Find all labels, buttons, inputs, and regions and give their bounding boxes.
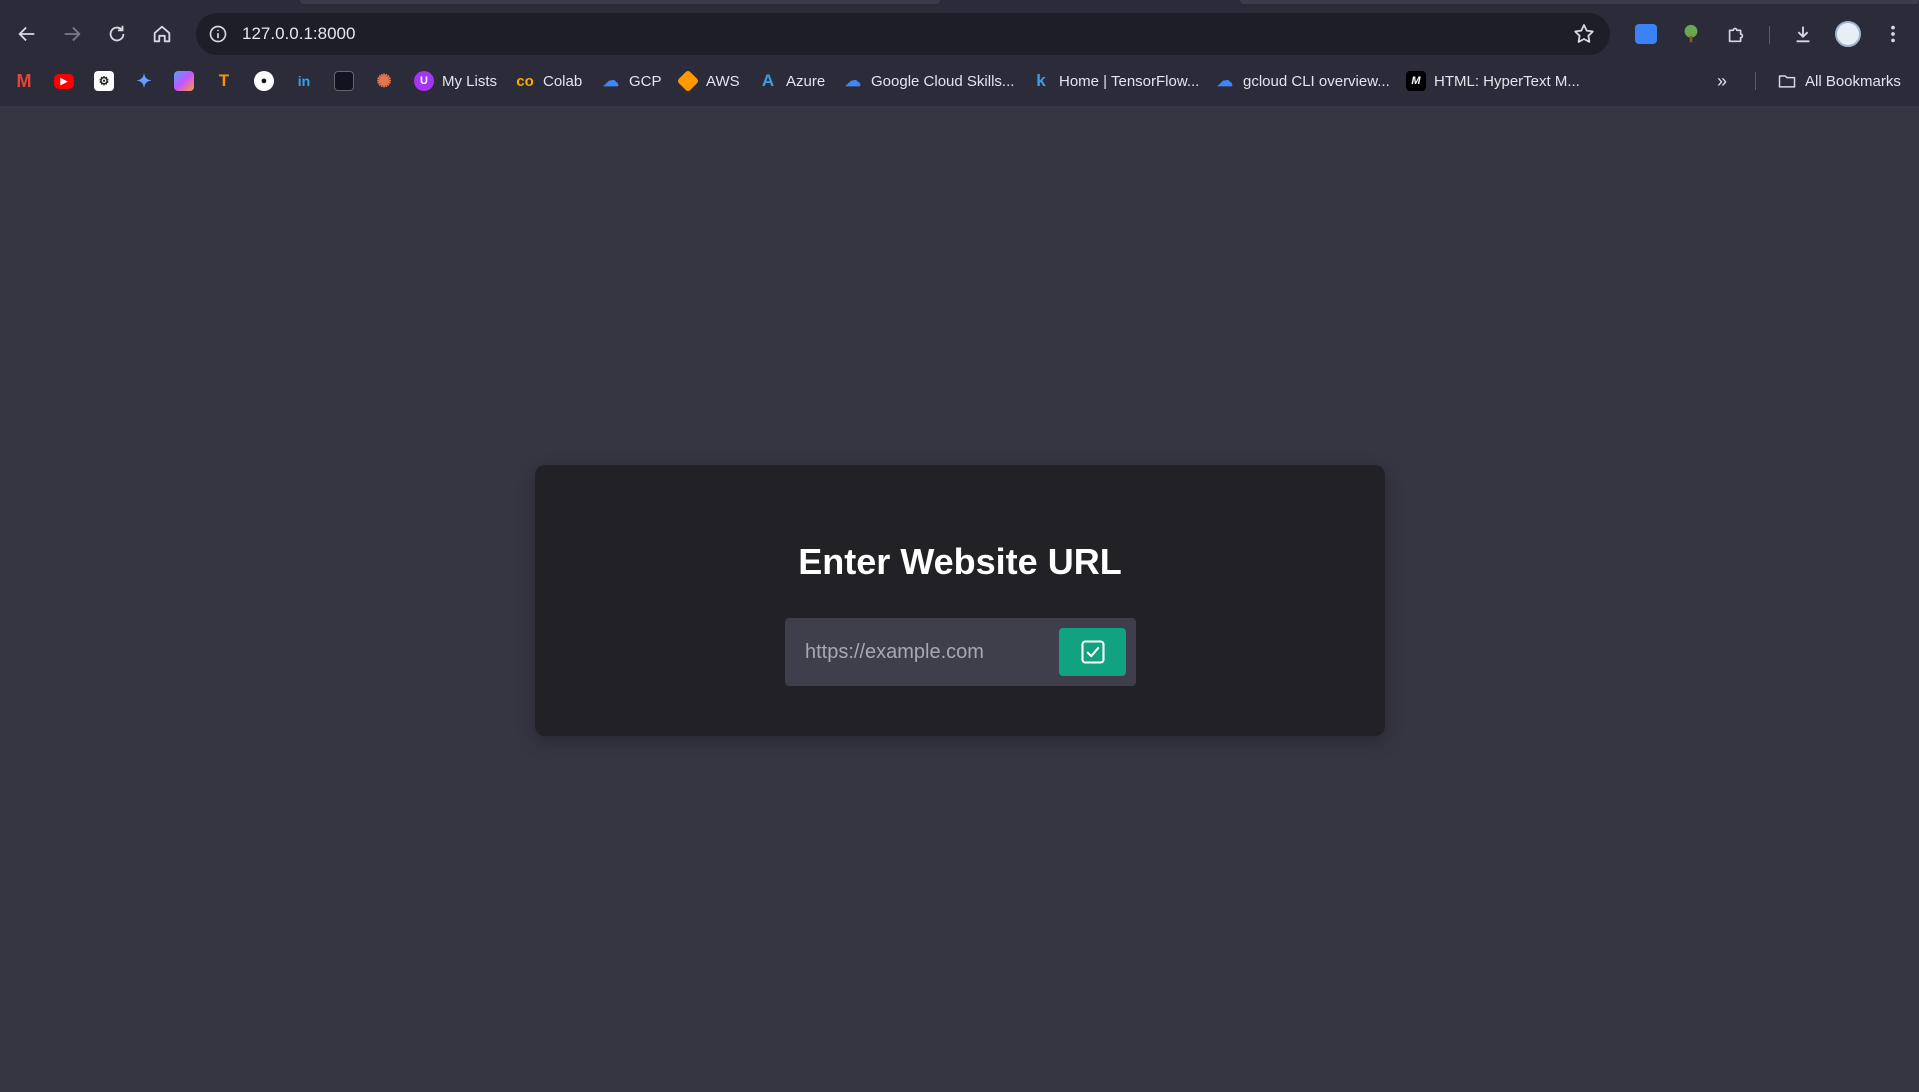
tab-edge <box>300 0 940 4</box>
gmail-icon: M <box>16 70 32 91</box>
bookmark-label: gcloud CLI overview... <box>1243 72 1390 90</box>
translate-extension-icon <box>1635 24 1657 44</box>
more-bookmarks-button[interactable]: » <box>1717 64 1727 98</box>
bookmark-azure[interactable]: A Azure <box>758 64 825 98</box>
bookmark-chatgpt[interactable]: ⚙ <box>94 64 114 98</box>
forward-button[interactable] <box>54 12 90 56</box>
extensions-menu-button[interactable] <box>1722 20 1750 48</box>
home-icon <box>153 25 171 43</box>
bookmark-label: GCP <box>629 72 662 90</box>
app-icon <box>334 71 354 91</box>
bookmark-colab[interactable]: co Colab <box>515 64 582 98</box>
extension-button[interactable] <box>1677 20 1705 48</box>
profile-button[interactable] <box>1834 20 1862 48</box>
bookmark-copilot[interactable] <box>174 64 194 98</box>
avatar <box>1835 21 1861 47</box>
bookmark-label: Azure <box>786 72 826 90</box>
chevron-double-right-icon: » <box>1717 70 1728 91</box>
bookmark-tensorflow-home[interactable]: k Home | TensorFlow... <box>1031 64 1199 98</box>
colab-icon: co <box>516 72 534 90</box>
bookmark-youtube[interactable]: ▶ <box>54 64 74 98</box>
bookmark-star-button[interactable] <box>1572 22 1596 46</box>
download-icon <box>1796 26 1810 43</box>
bookmark-label: Google Cloud Skills... <box>871 72 1015 90</box>
bookmarks-divider <box>1755 72 1756 90</box>
aws-icon <box>676 69 700 93</box>
bookmark-my-lists[interactable]: U My Lists <box>414 64 497 98</box>
page-title: Enter Website URL <box>798 541 1122 582</box>
reload-icon <box>109 25 125 42</box>
mdn-icon: M <box>1406 71 1426 91</box>
linkedin-icon: in <box>297 73 311 89</box>
bookmark-label: AWS <box>706 72 740 90</box>
kebab-menu-icon <box>1891 25 1895 43</box>
bookmark-label: Home | TensorFlow... <box>1059 72 1200 90</box>
bookmark-gemini[interactable]: ✦ <box>134 64 154 98</box>
bookmark-app[interactable] <box>334 64 354 98</box>
google-cloud-icon: ☁ <box>603 73 619 90</box>
bookmark-label: HTML: HyperText M... <box>1434 72 1580 90</box>
home-button[interactable] <box>144 12 180 56</box>
all-bookmarks-button[interactable]: All Bookmarks <box>1777 64 1901 98</box>
site-info-button[interactable] <box>206 22 230 46</box>
extension-button[interactable] <box>1632 20 1660 48</box>
arrow-right-icon <box>64 26 81 42</box>
puzzle-icon <box>1728 27 1744 43</box>
star-icon <box>1574 24 1594 43</box>
submit-button[interactable] <box>1059 628 1126 676</box>
bookmark-aws[interactable]: AWS <box>676 64 740 98</box>
google-cloud-icon: ☁ <box>845 73 861 90</box>
chatgpt-icon: ⚙ <box>94 71 114 91</box>
bookmarks-bar: M ▶ ⚙ ✦ T ● in ✺ U My Lists co Colab ☁ GCP … <box>0 64 1919 98</box>
bookmark-mdn-html[interactable]: M HTML: HyperText M... <box>1406 64 1580 98</box>
browser-chrome: 127.0.0.1:8000 M ▶ ⚙ ✦ T ● in ✺ U My Lis… <box>0 0 1919 106</box>
bookmark-linkedin[interactable]: in <box>294 64 314 98</box>
tensorflow-icon: T <box>218 71 230 90</box>
bookmark-gcp[interactable]: ☁ GCP <box>601 64 662 98</box>
bookmark-tensorflow[interactable]: T <box>214 64 234 98</box>
bookmark-github[interactable]: ● <box>254 64 274 98</box>
udemy-icon: U <box>414 71 434 91</box>
info-icon <box>209 25 227 43</box>
address-bar-url[interactable]: 127.0.0.1:8000 <box>242 24 355 44</box>
google-cloud-icon: ☁ <box>1217 73 1233 90</box>
bookmark-claude[interactable]: ✺ <box>374 64 394 98</box>
tree-extension-icon <box>1684 24 1698 43</box>
bookmark-google-cloud-skills[interactable]: ☁ Google Cloud Skills... <box>843 64 1014 98</box>
claude-icon: ✺ <box>376 70 392 91</box>
gemini-icon: ✦ <box>136 70 152 91</box>
url-form <box>785 618 1136 686</box>
bookmark-label: My Lists <box>442 72 498 90</box>
copilot-icon <box>174 71 194 91</box>
arrow-left-icon <box>18 26 35 42</box>
bookmark-label: Colab <box>543 72 583 90</box>
downloads-button[interactable] <box>1789 20 1817 48</box>
bookmark-gmail[interactable]: M <box>14 64 34 98</box>
all-bookmarks-label: All Bookmarks <box>1805 72 1901 90</box>
folder-icon <box>1778 75 1796 88</box>
url-input[interactable] <box>793 630 1043 674</box>
youtube-icon: ▶ <box>54 73 74 89</box>
azure-icon: A <box>761 71 775 90</box>
back-button[interactable] <box>9 12 45 56</box>
chrome-menu-button[interactable] <box>1879 20 1907 48</box>
reload-button[interactable] <box>99 12 135 56</box>
keras-icon: k <box>1036 71 1046 90</box>
url-card: Enter Website URL <box>535 465 1385 736</box>
bookmark-gcloud-cli[interactable]: ☁ gcloud CLI overview... <box>1215 64 1390 98</box>
browser-toolbar: 127.0.0.1:8000 <box>0 12 1919 56</box>
tab-edge <box>1240 0 1919 4</box>
github-icon: ● <box>254 71 274 91</box>
toolbar-divider <box>1769 26 1770 44</box>
address-bar[interactable]: 127.0.0.1:8000 <box>196 13 1610 55</box>
check-square-icon <box>1080 640 1105 664</box>
